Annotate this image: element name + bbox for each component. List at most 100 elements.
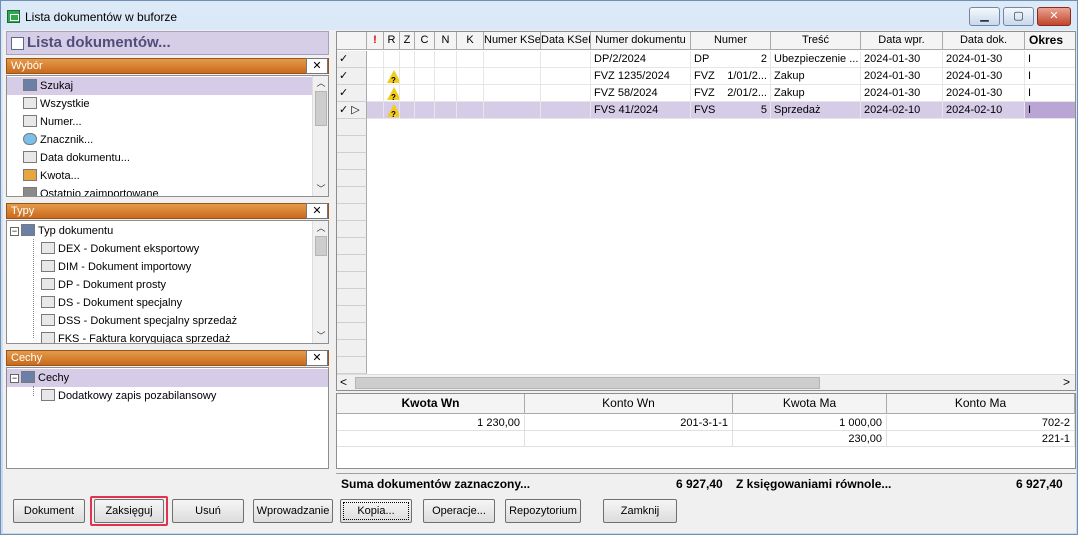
row-selector[interactable]: ✓ ▷: [337, 102, 367, 119]
list-item-numer[interactable]: Numer...: [7, 113, 82, 131]
grid-cell[interactable]: [541, 85, 591, 102]
cell-numer-dokumentu[interactable]: FVZ 58/2024: [591, 85, 691, 102]
table-row[interactable]: [337, 136, 1075, 153]
title-bar[interactable]: Lista dokumentów w buforze ▁ ▢ ✕: [1, 1, 1077, 31]
col-header-r[interactable]: R: [384, 32, 400, 50]
cell-okres[interactable]: I: [1025, 85, 1075, 102]
row-selector[interactable]: [337, 221, 367, 238]
grid-cell[interactable]: [400, 102, 415, 119]
list-item-ostatnio[interactable]: Ostatnio zaimportowane: [7, 185, 159, 196]
table-row[interactable]: [337, 170, 1075, 187]
row-selector[interactable]: [337, 187, 367, 204]
postings-table[interactable]: Kwota Wn Konto Wn Kwota Ma Konto Ma 1 23…: [336, 393, 1076, 469]
tree-item-fks[interactable]: FKS - Faktura korygująca sprzedaż: [41, 330, 230, 343]
table-row[interactable]: [337, 119, 1075, 136]
table-row[interactable]: [337, 204, 1075, 221]
close-icon[interactable]: ✕: [306, 350, 328, 366]
grid-cell[interactable]: [384, 85, 400, 102]
scroll-up-icon[interactable]: ︿: [313, 76, 328, 90]
tree-item-dex[interactable]: DEX - Dokument eksportowy: [41, 240, 199, 258]
grid-cell[interactable]: [384, 102, 400, 119]
row-selector[interactable]: [337, 272, 367, 289]
typy-scrollbar[interactable]: ︿ ﹀: [312, 221, 328, 343]
close-window-button[interactable]: ✕: [1037, 7, 1071, 26]
grid-cell[interactable]: [457, 68, 484, 85]
scroll-left-icon[interactable]: <: [340, 375, 347, 389]
col-header-selector[interactable]: [337, 32, 367, 50]
scroll-up-icon[interactable]: ︿: [313, 221, 328, 235]
cechy-tree[interactable]: − Cechy Dodatkowy zapis pozabilansowy: [6, 367, 329, 469]
col-header-konto-ma[interactable]: Konto Ma: [887, 394, 1075, 414]
list-item-kwota[interactable]: Kwota...: [7, 167, 80, 185]
row-selector[interactable]: [337, 204, 367, 221]
col-header-z[interactable]: Z: [400, 32, 415, 50]
tree-item-dp[interactable]: DP - Dokument prosty: [41, 276, 166, 294]
grid-cell[interactable]: [541, 102, 591, 119]
collapse-icon[interactable]: −: [10, 374, 19, 383]
grid-cell[interactable]: [415, 102, 435, 119]
scroll-thumb[interactable]: [315, 91, 327, 126]
cell-tresc[interactable]: Ubezpieczenie ...: [771, 51, 861, 68]
row-selector[interactable]: ✓: [337, 68, 367, 85]
scroll-right-icon[interactable]: >: [1063, 375, 1070, 389]
grid-cell[interactable]: [457, 102, 484, 119]
collapse-icon[interactable]: −: [10, 227, 19, 236]
col-header-data-ksef[interactable]: Data KSeF: [541, 32, 591, 50]
tree-item-dss[interactable]: DSS - Dokument specjalny sprzedaż: [41, 312, 237, 330]
cell-okres[interactable]: I: [1025, 51, 1075, 68]
row-selector[interactable]: [337, 170, 367, 187]
table-row[interactable]: [337, 238, 1075, 255]
scroll-thumb[interactable]: [315, 236, 327, 256]
tree-item-ds[interactable]: DS - Dokument specjalny: [41, 294, 182, 312]
grid-cell[interactable]: [435, 51, 457, 68]
grid-cell[interactable]: [367, 68, 384, 85]
documents-grid[interactable]: ! R Z C N K Numer KSeF Data KSeF Numer d…: [336, 31, 1076, 391]
postings-cell[interactable]: [337, 431, 525, 447]
cell-data-dok[interactable]: 2024-02-10: [943, 102, 1025, 119]
col-header-data-dok[interactable]: Data dok.: [943, 32, 1025, 50]
maximize-button[interactable]: ▢: [1003, 7, 1034, 26]
grid-cell[interactable]: [415, 85, 435, 102]
table-row[interactable]: [337, 357, 1075, 374]
col-header-okres[interactable]: Okres: [1025, 32, 1075, 50]
cell-numer[interactable]: FVZ 2/01/2...: [691, 85, 771, 102]
tree-item-dim[interactable]: DIM - Dokument importowy: [41, 258, 191, 276]
cell-numer-dokumentu[interactable]: FVS 41/2024: [591, 102, 691, 119]
cell-data-dok[interactable]: 2024-01-30: [943, 85, 1025, 102]
table-row[interactable]: [337, 187, 1075, 204]
table-row[interactable]: [337, 306, 1075, 323]
list-item-data-dokumentu[interactable]: Data dokumentu...: [7, 149, 130, 167]
grid-horizontal-scrollbar[interactable]: < >: [337, 374, 1075, 390]
dokument-button[interactable]: Dokument: [13, 499, 85, 523]
grid-cell[interactable]: [435, 85, 457, 102]
grid-cell[interactable]: [367, 51, 384, 68]
row-selector[interactable]: ✓: [337, 51, 367, 68]
row-selector[interactable]: [337, 153, 367, 170]
cell-tresc[interactable]: Zakup: [771, 68, 861, 85]
grid-cell[interactable]: [435, 102, 457, 119]
scroll-down-icon[interactable]: ﹀: [313, 329, 328, 343]
typy-tree[interactable]: − Typ dokumentu DEX - Dokument eksportowy…: [6, 220, 329, 344]
kopia-button[interactable]: Kopia...: [340, 499, 412, 523]
table-row[interactable]: [337, 255, 1075, 272]
col-header-n[interactable]: N: [435, 32, 457, 50]
grid-cell[interactable]: [457, 85, 484, 102]
tree-root-cechy[interactable]: − Cechy: [7, 369, 328, 387]
table-row[interactable]: [337, 323, 1075, 340]
col-header-k[interactable]: K: [457, 32, 484, 50]
col-header-numer-dokumentu[interactable]: Numer dokumentu: [591, 32, 691, 50]
col-header-tresc[interactable]: Treść: [771, 32, 861, 50]
table-row[interactable]: [337, 272, 1075, 289]
cell-tresc[interactable]: Sprzedaż: [771, 102, 861, 119]
grid-cell[interactable]: [384, 51, 400, 68]
table-row[interactable]: ✓FVZ 1235/2024FVZ1/01/2...Zakup2024-01-3…: [337, 68, 1075, 85]
grid-cell[interactable]: [541, 68, 591, 85]
grid-cell[interactable]: [367, 85, 384, 102]
grid-cell[interactable]: [400, 51, 415, 68]
grid-cell[interactable]: [384, 68, 400, 85]
grid-cell[interactable]: [484, 51, 541, 68]
list-item-znacznik[interactable]: Znacznik...: [7, 131, 93, 149]
row-selector[interactable]: [337, 119, 367, 136]
col-header-kwota-ma[interactable]: Kwota Ma: [733, 394, 887, 414]
grid-cell[interactable]: [484, 85, 541, 102]
